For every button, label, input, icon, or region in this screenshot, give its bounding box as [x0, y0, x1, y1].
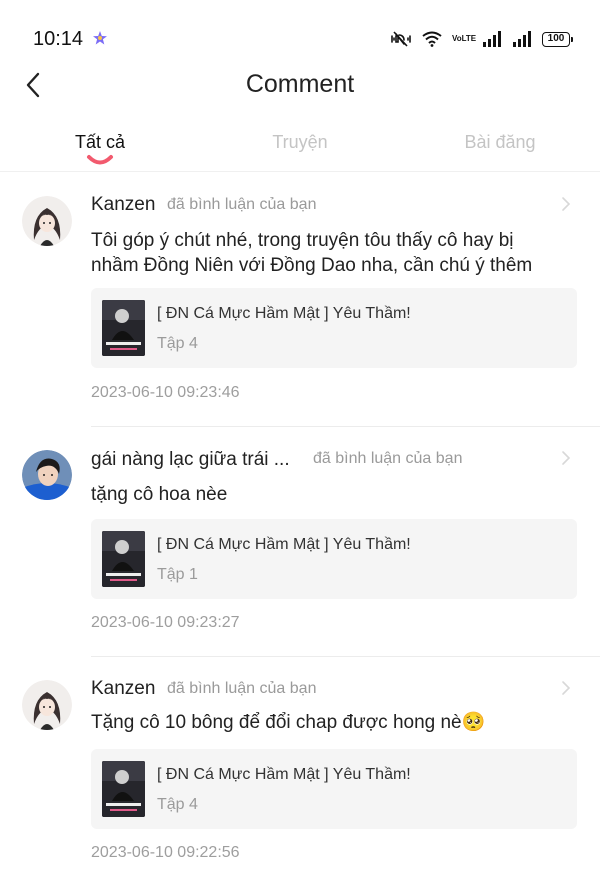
- avatar[interactable]: [22, 450, 72, 500]
- tab-posts[interactable]: Bài đăng: [450, 132, 550, 153]
- story-cover: [102, 300, 145, 356]
- comment-timestamp: 2023-06-10 09:23:27: [91, 614, 240, 631]
- story-cover: [102, 531, 145, 587]
- comment-timestamp: 2023-06-10 09:23:46: [91, 384, 240, 401]
- story-cover: [102, 761, 145, 817]
- wifi-icon: [422, 31, 442, 47]
- chevron-right-icon[interactable]: [560, 450, 572, 466]
- story-card[interactable]: [ ĐN Cá Mực Hầm Mật ] Yêu Thầm! Tập 4: [91, 288, 577, 368]
- story-card[interactable]: [ ĐN Cá Mực Hầm Mật ] Yêu Thầm! Tập 1: [91, 519, 577, 599]
- story-episode: Tập 1: [157, 566, 198, 583]
- story-episode: Tập 4: [157, 335, 198, 352]
- comment-text: tặng cô hoa nèe: [91, 484, 228, 505]
- chevron-right-icon[interactable]: [560, 196, 572, 212]
- avatar[interactable]: [22, 196, 72, 246]
- comment-timestamp: 2023-06-10 09:22:56: [91, 844, 240, 861]
- comment-divider: [91, 426, 600, 427]
- app-notification-icon: [93, 31, 107, 45]
- comment-text-content: Tặng cô 10 bông để đổi chap được hong nè: [91, 712, 462, 733]
- pleading-face-emoji: 🥺: [461, 712, 486, 733]
- comment-action: đã bình luận của bạn: [167, 196, 317, 213]
- comment-text: Tôi góp ý chút nhé, trong truyện tôu thấ…: [91, 230, 533, 276]
- comment-action: đã bình luận của bạn: [313, 450, 463, 467]
- comment-username[interactable]: gái nàng lạc giữa trái ...: [91, 449, 290, 471]
- story-title: [ ĐN Cá Mực Hầm Mật ] Yêu Thầm!: [157, 305, 411, 322]
- comment-username[interactable]: Kanzen: [91, 678, 155, 700]
- app-header: Comment: [0, 60, 600, 110]
- comment-item: Kanzen đã bình luận của bạn Tôi góp ý ch…: [0, 172, 600, 427]
- signal-icon: [483, 31, 501, 47]
- comment-action: đã bình luận của bạn: [167, 680, 317, 697]
- story-title: [ ĐN Cá Mực Hầm Mật ] Yêu Thầm!: [157, 536, 411, 553]
- battery-icon: 100: [542, 31, 573, 47]
- page-title: Comment: [245, 70, 355, 98]
- comment-text: Tặng cô 10 bông để đổi chap được hong nè…: [91, 710, 561, 735]
- signal-icon-2: [513, 31, 531, 47]
- tab-bar: Tất cả Truyện Bài đăng: [0, 120, 600, 172]
- comment-divider: [91, 656, 600, 657]
- story-card[interactable]: [ ĐN Cá Mực Hầm Mật ] Yêu Thầm! Tập 4: [91, 749, 577, 829]
- tab-all[interactable]: Tất cả: [60, 132, 140, 153]
- status-icons: VoLTE 100: [390, 29, 573, 49]
- tab-active-indicator: [87, 155, 113, 165]
- comment-item: gái nàng lạc giữa trái ... đã bình luận …: [0, 428, 600, 658]
- chevron-right-icon[interactable]: [560, 680, 572, 696]
- comment-item: Kanzen đã bình luận của bạn Tặng cô 10 b…: [0, 658, 600, 881]
- volte-indicator: VoLTE: [452, 34, 477, 43]
- avatar[interactable]: [22, 680, 72, 730]
- tab-stories[interactable]: Truyện: [250, 132, 350, 153]
- mute-vibrate-icon: [391, 31, 411, 47]
- status-time: 10:14: [33, 28, 84, 50]
- story-title: [ ĐN Cá Mực Hầm Mật ] Yêu Thầm!: [157, 766, 411, 783]
- story-episode: Tập 4: [157, 796, 198, 813]
- comment-username[interactable]: Kanzen: [91, 194, 155, 216]
